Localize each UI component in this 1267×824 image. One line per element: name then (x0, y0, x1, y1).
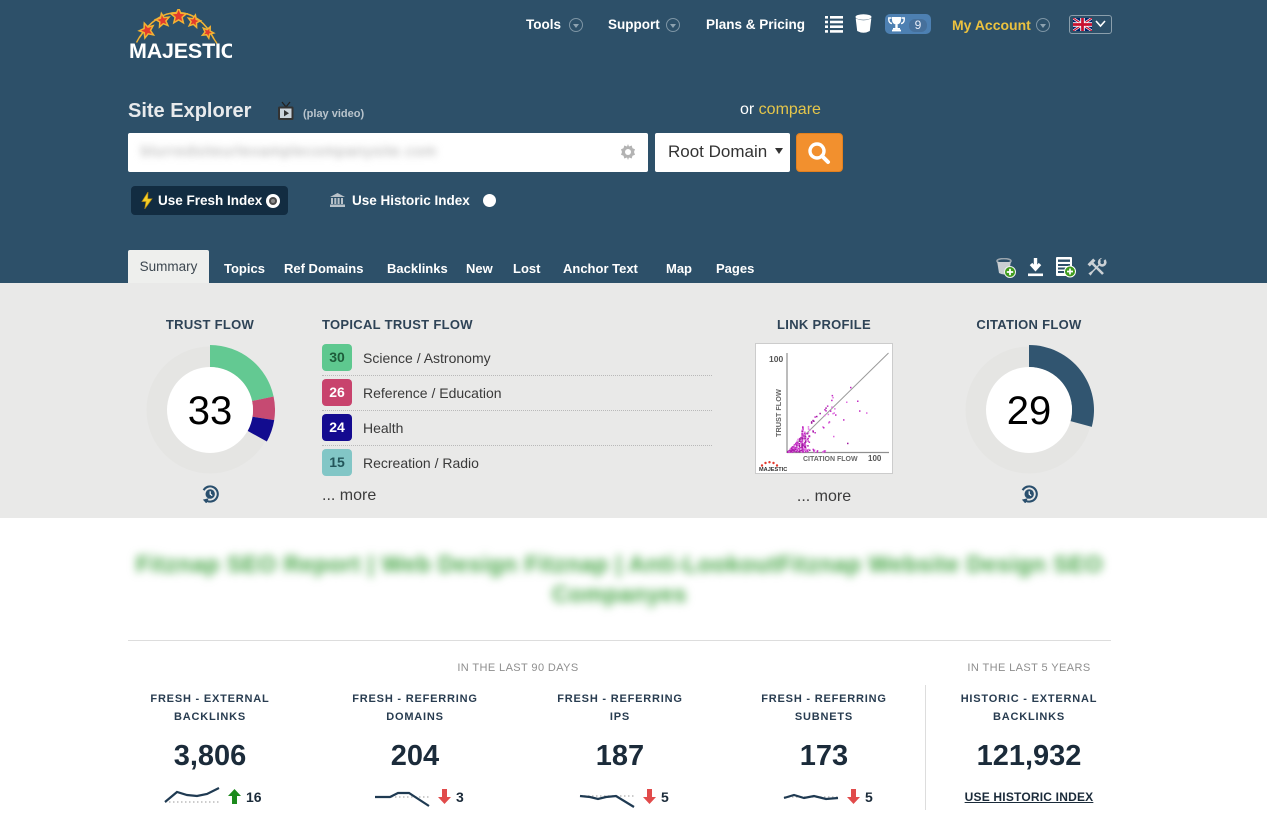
svg-text:TRUST FLOW: TRUST FLOW (774, 389, 783, 437)
svg-text:33: 33 (188, 389, 233, 433)
svg-text:MAJESTIC: MAJESTIC (129, 39, 232, 61)
svg-text:MAJESTIC: MAJESTIC (759, 467, 787, 473)
svg-text:CITATION FLOW: CITATION FLOW (803, 456, 858, 463)
svg-text:100: 100 (769, 354, 783, 364)
svg-text:29: 29 (1007, 389, 1052, 433)
svg-text:100: 100 (868, 454, 882, 463)
